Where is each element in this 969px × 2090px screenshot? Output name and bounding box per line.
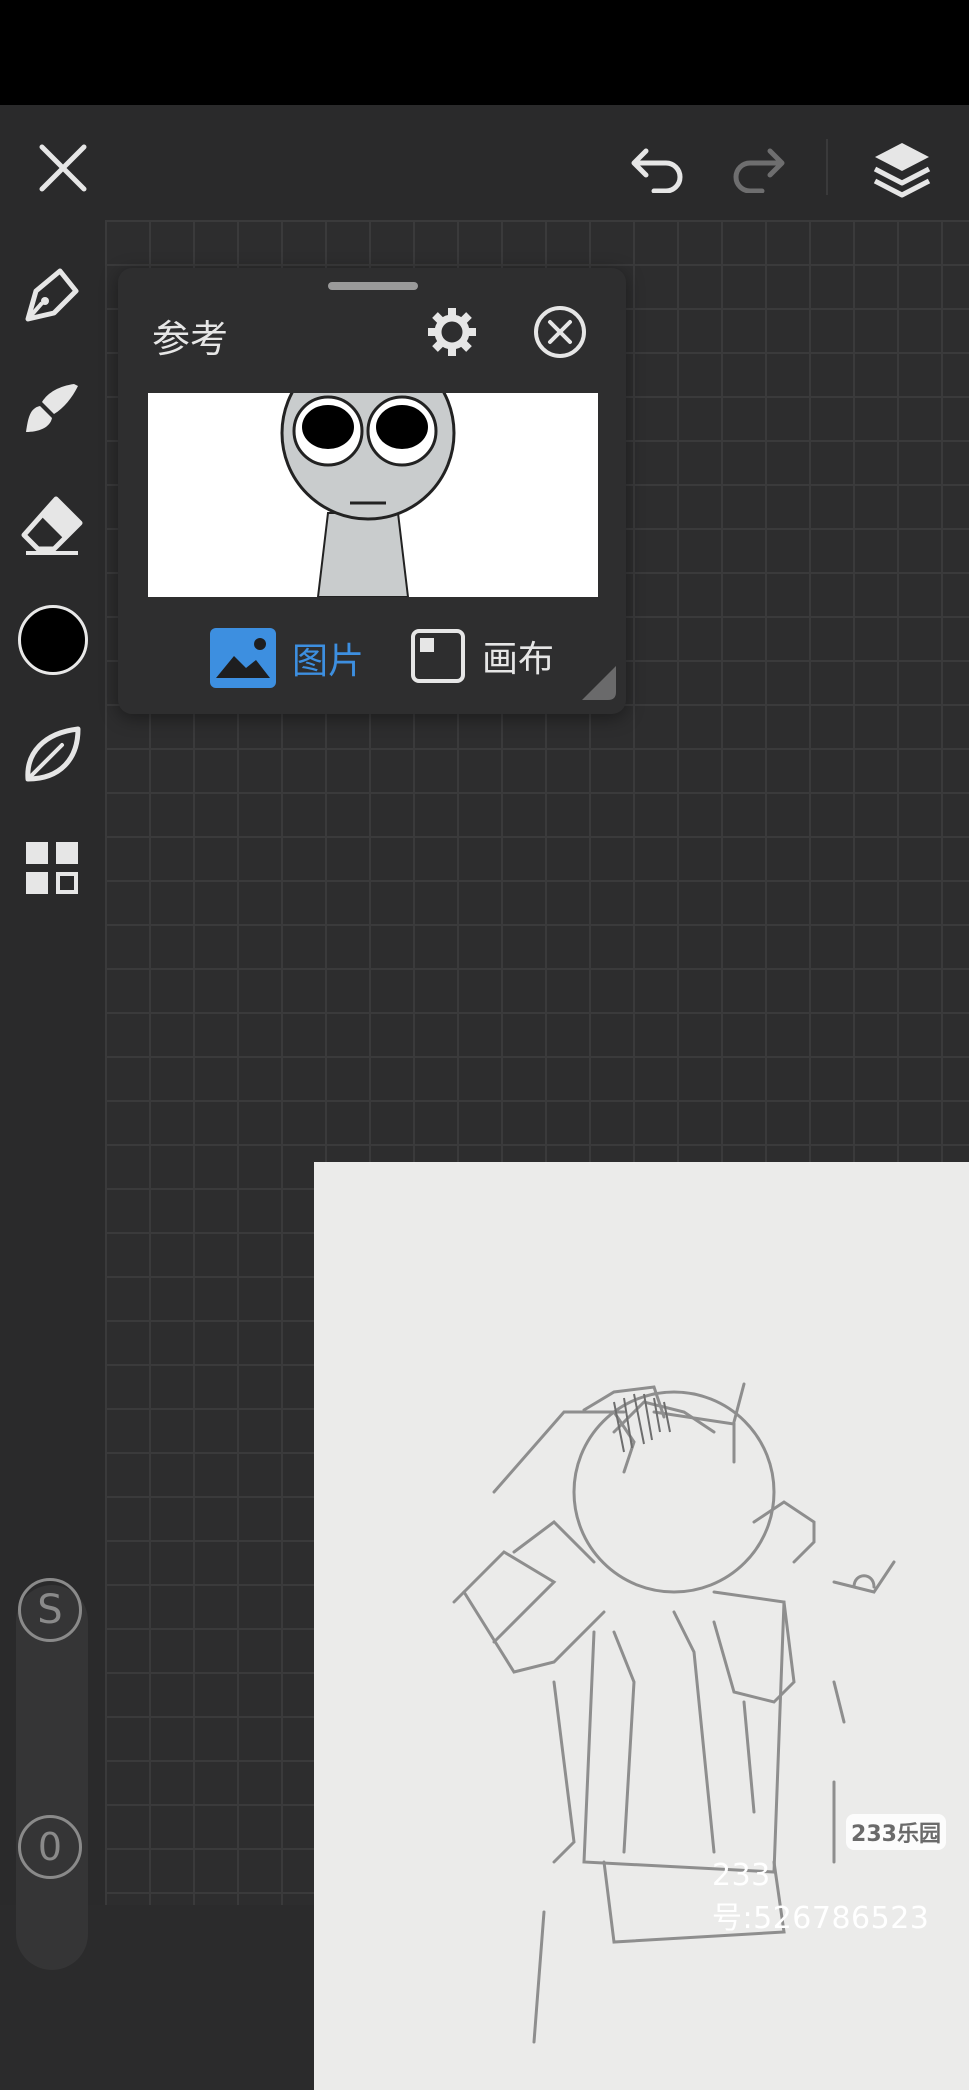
- eraser-tool[interactable]: [12, 485, 92, 565]
- watermark-id: 233号:526786523: [712, 1858, 930, 1936]
- tab-picture[interactable]: 图片: [210, 628, 364, 688]
- reference-panel[interactable]: 参考 图片 画布: [118, 268, 626, 714]
- eraser-icon: [21, 496, 83, 555]
- close-button[interactable]: [28, 133, 98, 203]
- undo-button[interactable]: [620, 133, 698, 203]
- redo-button[interactable]: [718, 133, 796, 203]
- reference-tabs: 图片 画布: [118, 598, 626, 714]
- pen-icon: [25, 268, 79, 322]
- reference-image: [148, 393, 598, 597]
- close-icon: [39, 144, 87, 192]
- leaf-icon: [25, 726, 81, 782]
- tool-sidebar: S 0: [0, 220, 105, 1970]
- image-icon: [210, 628, 276, 688]
- layers-button[interactable]: [860, 129, 944, 209]
- close-circle-icon[interactable]: [532, 304, 588, 360]
- canvas-icon: [411, 629, 465, 683]
- tab-canvas-label: 画布: [482, 639, 555, 680]
- stabilizer-badge[interactable]: S: [18, 1578, 82, 1642]
- tab-picture-label: 图片: [292, 641, 365, 682]
- brush-icon: [26, 384, 78, 432]
- smudge-tool[interactable]: [12, 715, 92, 795]
- toolbar-divider: [826, 139, 828, 195]
- more-tools[interactable]: [12, 828, 92, 908]
- character-picture: [280, 393, 456, 597]
- drawing-canvas[interactable]: [314, 1162, 969, 2090]
- reference-title: 参考: [152, 317, 229, 361]
- undo-icon: [631, 148, 683, 193]
- color-swatch[interactable]: [18, 605, 88, 675]
- status-bar: [0, 0, 969, 105]
- grid-icon: [26, 842, 78, 894]
- opacity-badge[interactable]: 0: [18, 1815, 82, 1879]
- sketch-drawing: [452, 1382, 896, 2044]
- resize-grip-icon[interactable]: [578, 662, 620, 704]
- brush-tool[interactable]: [12, 370, 92, 450]
- tab-canvas[interactable]: 画布: [410, 628, 554, 684]
- redo-icon: [733, 148, 785, 193]
- gear-icon[interactable]: [424, 304, 480, 360]
- pen-tool[interactable]: [12, 255, 92, 335]
- watermark-logo: 233乐园: [846, 1814, 946, 1850]
- layers-icon: [873, 143, 931, 198]
- drag-handle[interactable]: [328, 282, 418, 290]
- brush-size-slider[interactable]: [16, 1585, 88, 1970]
- top-toolbar: [0, 105, 969, 220]
